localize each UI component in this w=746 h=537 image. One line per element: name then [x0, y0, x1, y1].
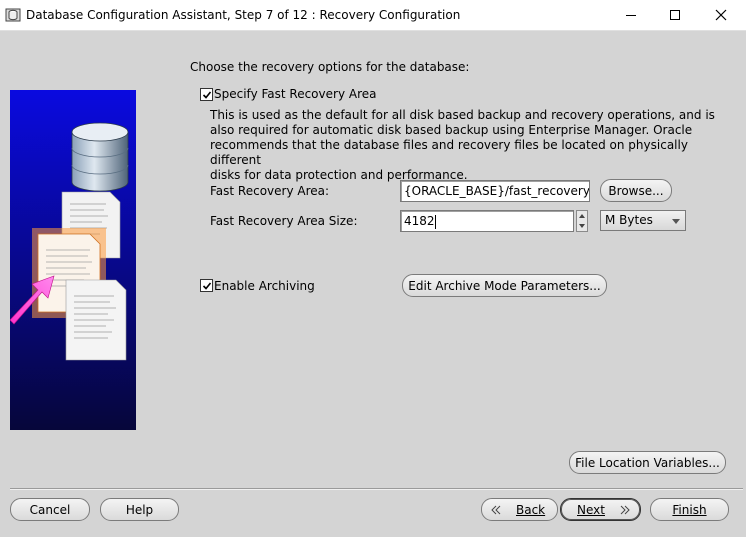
arrow-down-icon — [579, 224, 585, 228]
fast-recovery-size-input[interactable]: 4182 — [400, 210, 574, 232]
file-location-variables-button[interactable]: File Location Variables... — [569, 451, 726, 474]
back-button-label: Back — [516, 502, 546, 517]
wizard-illustration — [10, 90, 136, 430]
checkmark-icon — [202, 90, 211, 99]
title-bar: Database Configuration Assistant, Step 7… — [0, 0, 746, 31]
arrow-up-icon — [579, 214, 585, 218]
size-unit-value: M Bytes — [605, 213, 653, 227]
finish-button-label: Finish — [672, 502, 707, 517]
edit-archive-mode-button[interactable]: Edit Archive Mode Parameters... — [402, 274, 607, 297]
size-spinner[interactable] — [576, 210, 588, 232]
checkmark-icon — [202, 281, 211, 290]
minimize-icon — [626, 15, 636, 16]
text-caret — [434, 214, 436, 229]
chevron-double-left-icon — [491, 505, 501, 514]
spin-down-button[interactable] — [577, 221, 587, 231]
description-line: also required for automatic disk based b… — [210, 123, 693, 137]
next-button[interactable]: Next — [560, 498, 641, 521]
cancel-button[interactable]: Cancel — [10, 498, 90, 521]
description-line: This is used as the default for all disk… — [210, 108, 715, 122]
next-button-label: Next — [577, 502, 605, 517]
back-button[interactable]: Back — [481, 498, 558, 521]
fast-recovery-area-label: Fast Recovery Area: — [210, 184, 330, 198]
fast-recovery-size-label: Fast Recovery Area Size: — [210, 214, 358, 228]
database-app-icon — [5, 8, 21, 22]
close-button[interactable] — [698, 0, 744, 30]
minimize-button[interactable] — [608, 0, 654, 30]
fast-recovery-description: This is used as the default for all disk… — [210, 108, 730, 183]
size-unit-select[interactable]: M Bytes — [600, 210, 686, 231]
fast-recovery-area-input[interactable]: {ORACLE_BASE}/fast_recovery_a — [400, 180, 590, 202]
instruction-text: Choose the recovery options for the data… — [190, 60, 470, 74]
enable-archiving-checkbox[interactable] — [200, 279, 213, 292]
help-button[interactable]: Help — [100, 498, 179, 521]
browse-button[interactable]: Browse... — [600, 179, 672, 202]
spin-up-button[interactable] — [577, 211, 587, 221]
edit-archive-mode-label: Edit Archive Mode Parameters... — [408, 278, 601, 293]
window-title: Database Configuration Assistant, Step 7… — [26, 8, 461, 22]
finish-button[interactable]: Finish — [650, 498, 729, 521]
fast-recovery-checkbox[interactable] — [200, 88, 213, 101]
help-button-label: Help — [125, 502, 154, 517]
enable-archiving-label[interactable]: Enable Archiving — [214, 279, 315, 293]
close-icon — [715, 9, 727, 21]
browse-button-label: Browse... — [608, 183, 664, 198]
size-value: 4182 — [404, 214, 435, 228]
chevron-double-right-icon — [620, 505, 630, 514]
footer-divider — [10, 488, 743, 490]
chevron-down-icon — [672, 219, 680, 224]
maximize-button[interactable] — [652, 0, 698, 30]
description-line: recommends that the database files and r… — [210, 138, 688, 167]
maximize-icon — [670, 10, 680, 20]
cancel-button-label: Cancel — [29, 502, 71, 517]
file-location-variables-label: File Location Variables... — [575, 455, 720, 470]
fast-recovery-checkbox-label[interactable]: Specify Fast Recovery Area — [214, 87, 376, 101]
